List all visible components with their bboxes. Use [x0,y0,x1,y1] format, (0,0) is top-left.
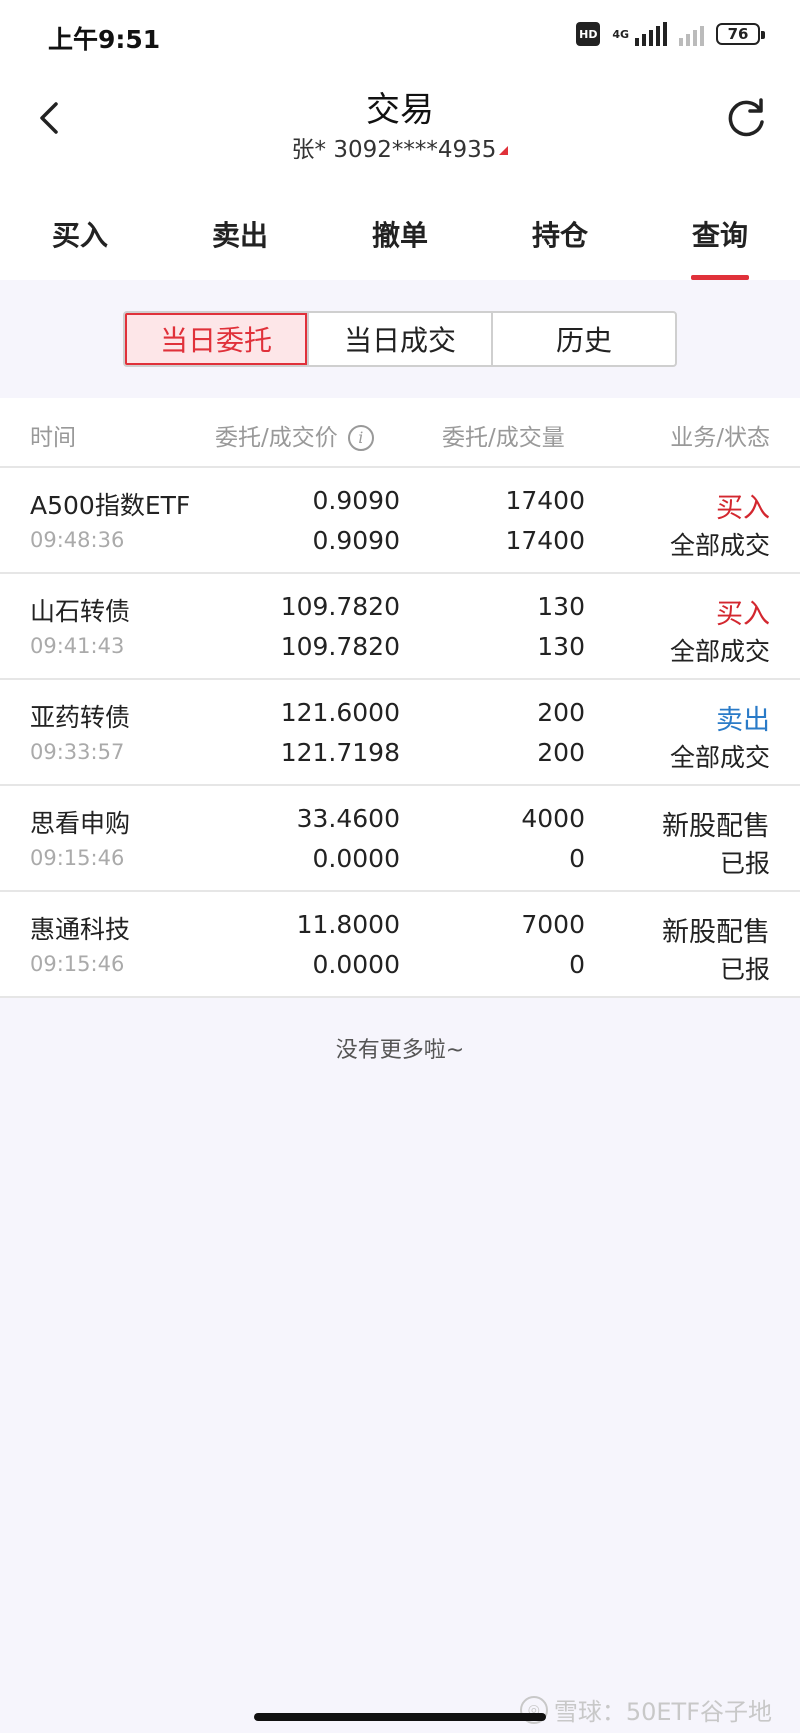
table-row[interactable]: 惠通科技 09:15:46 11.8000 0.0000 7000 0 新股配售… [0,892,800,998]
row-order-price: 109.7820 [280,592,400,621]
orders-table: 时间 委托/成交价 i 委托/成交量 业务/状态 A500指数ETF 09:48:… [0,398,800,998]
tab-sell[interactable]: 卖出 [160,182,320,280]
table-row[interactable]: A500指数ETF 09:48:36 0.9090 0.9090 17400 1… [0,468,800,574]
row-deal-price: 109.7820 [280,632,400,661]
col-price-label: 委托/成交价 [215,425,338,451]
table-row[interactable]: 思看申购 09:15:46 33.4600 0.0000 4000 0 新股配售… [0,786,800,892]
status-time: 上午9:51 [48,25,161,54]
row-deal-price: 0.9090 [312,526,400,555]
status-icons: HD 4G 76 [576,22,765,46]
row-state: 全部成交 [669,743,770,772]
row-order-qty: 130 [537,592,585,621]
row-business: 卖出 [716,705,770,736]
row-order-price: 11.8000 [296,910,400,939]
table-row[interactable]: 亚药转债 09:33:57 121.6000 121.7198 200 200 … [0,680,800,786]
col-qty: 委托/成交量 [442,425,565,451]
row-name: 惠通科技 [30,915,131,944]
signal-off-icon [679,22,704,46]
row-state: 已报 [719,955,770,984]
row-name: A500指数ETF [30,491,191,520]
account-number: 张* 3092****4935 [291,137,497,163]
row-deal-qty: 0 [569,844,585,873]
row-deal-price: 0.0000 [312,950,400,979]
col-price: 委托/成交价 i [215,418,374,452]
row-name: 山石转债 [30,597,131,626]
row-business: 新股配售 [662,811,770,842]
col-status: 业务/状态 [670,425,770,451]
row-order-qty: 200 [537,698,585,727]
tab-buy[interactable]: 买入 [0,182,160,280]
row-time: 09:33:57 [30,740,125,764]
battery-icon: 76 [716,23,765,45]
header: 交易 张* 3092****4935 [0,72,800,182]
row-deal-qty: 17400 [505,526,585,555]
row-time: 09:15:46 [30,952,125,976]
info-icon[interactable]: i [347,425,374,451]
row-business: 买入 [716,599,770,630]
row-name: 亚药转债 [30,703,131,732]
watermark-text: 雪球：50ETF谷子地 [553,1698,772,1726]
row-deal-price: 121.7198 [280,738,400,767]
status-bar: 上午9:51 HD 4G 76 [0,0,800,72]
segment-today-deals[interactable]: 当日成交 [307,313,491,365]
row-deal-qty: 0 [569,950,585,979]
row-order-qty: 4000 [521,804,585,833]
row-order-price: 121.6000 [280,698,400,727]
row-deal-qty: 200 [537,738,585,767]
refresh-icon[interactable] [720,90,772,146]
watermark: ◎ 雪球：50ETF谷子地 [519,1692,772,1727]
row-business: 新股配售 [662,917,770,948]
segment-history[interactable]: 历史 [491,313,675,365]
segment-control: 当日委托 当日成交 历史 [123,311,677,367]
row-time: 09:15:46 [30,846,125,870]
signal-icon [635,22,667,46]
tab-positions[interactable]: 持仓 [480,182,640,280]
table-row[interactable]: 山石转债 09:41:43 109.7820 109.7820 130 130 … [0,574,800,680]
page-title: 交易 [366,90,434,130]
row-order-price: 0.9090 [312,486,400,515]
tab-cancel-order[interactable]: 撤单 [320,182,480,280]
row-deal-qty: 130 [537,632,585,661]
row-order-qty: 7000 [521,910,585,939]
segment-today-orders[interactable]: 当日委托 [125,313,307,365]
segment-control-area: 当日委托 当日成交 历史 [0,280,800,398]
trade-tabs: 买入 卖出 撤单 持仓 查询 [0,182,800,280]
row-state: 全部成交 [669,531,770,560]
row-business: 买入 [716,493,770,524]
no-more-text: 没有更多啦~ [335,1038,465,1063]
top-area: 上午9:51 HD 4G 76 交易 张* 3092****4935 买入 卖出… [0,0,800,280]
account-caret-icon [499,146,509,155]
home-indicator[interactable] [254,1713,546,1721]
hd-icon: HD [576,22,601,46]
row-name: 思看申购 [30,809,131,838]
row-state: 全部成交 [669,637,770,666]
table-header: 时间 委托/成交价 i 委托/成交量 业务/状态 [0,398,800,468]
row-time: 09:48:36 [30,528,125,552]
tab-query[interactable]: 查询 [640,182,800,280]
row-state: 已报 [719,849,770,878]
row-order-qty: 17400 [505,486,585,515]
account-selector[interactable]: 张* 3092****4935 [0,130,800,164]
col-time: 时间 [30,425,76,451]
row-time: 09:41:43 [30,634,125,658]
network-type: 4G [612,27,629,41]
row-order-price: 33.4600 [296,804,400,833]
row-deal-price: 0.0000 [312,844,400,873]
